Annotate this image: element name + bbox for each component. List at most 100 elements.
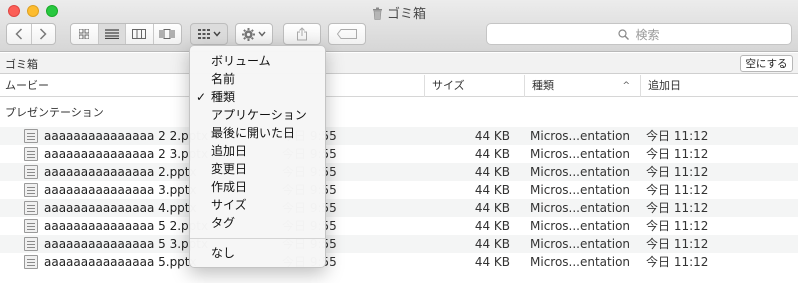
forward-button[interactable] [32, 24, 56, 44]
icon-view-icon [79, 29, 90, 39]
menu-item-date-created[interactable]: 作成日 [190, 178, 325, 196]
tag-icon [337, 29, 357, 39]
menu-item-size[interactable]: サイズ [190, 196, 325, 214]
column-kind-label: 種類 [532, 79, 554, 92]
file-added: 今日 11:12 [646, 237, 709, 251]
sort-ascending-icon: ^ [622, 81, 630, 91]
document-icon [24, 255, 38, 269]
menu-item-name[interactable]: 名前 [190, 70, 325, 88]
document-icon [24, 147, 38, 161]
column-kind-header[interactable]: 種類 ^ [524, 75, 640, 97]
action-button[interactable] [235, 23, 273, 45]
menu-item-date-added[interactable]: 追加日 [190, 142, 325, 160]
file-name: aaaaaaaaaaaaaaa 5 3.pptx [44, 237, 209, 251]
window-title: ゴミ箱 [0, 3, 798, 22]
menu-item-none[interactable]: なし [190, 244, 325, 262]
file-added: 今日 11:12 [646, 147, 709, 161]
menu-item-application[interactable]: アプリケーション [190, 106, 325, 124]
document-icon [24, 165, 38, 179]
column-header: ムービー サイズ 種類 ^ 追加日 [0, 75, 798, 97]
menu-item-tags[interactable]: タグ [190, 214, 325, 232]
file-added: 今日 11:12 [646, 255, 709, 269]
file-added: 今日 11:12 [646, 219, 709, 233]
cover-flow-icon [159, 29, 175, 39]
document-icon [24, 183, 38, 197]
file-name: aaaaaaaaaaaaaaa 5 2.pptx [44, 219, 209, 233]
gear-icon [242, 27, 255, 41]
history-nav [6, 23, 56, 45]
column-view-button[interactable] [126, 24, 154, 44]
location-label: ゴミ箱 [5, 58, 38, 71]
file-size: 44 KB [474, 219, 510, 233]
file-size: 44 KB [474, 255, 510, 269]
tag-button[interactable] [328, 23, 366, 45]
file-kind: Micros...entation [530, 129, 631, 143]
table-row[interactable]: aaaaaaaaaaaaaaa 2.pptx 今日 9:55 44 KB Mic… [0, 163, 798, 181]
file-added: 今日 11:12 [646, 201, 709, 215]
table-row[interactable]: aaaaaaaaaaaaaaa 5 2.pptx 今日 9:55 44 KB M… [0, 217, 798, 235]
search-icon [618, 28, 630, 40]
document-icon [24, 201, 38, 215]
file-kind: Micros...entation [530, 237, 631, 251]
menu-item-kind[interactable]: ✓ 種類 [190, 88, 325, 106]
chevron-right-icon [40, 28, 47, 40]
file-list: プレゼンテーション aaaaaaaaaaaaaaa 2 2.pptx 今日 9:… [0, 98, 798, 283]
file-kind: Micros...entation [530, 219, 631, 233]
file-kind: Micros...entation [530, 165, 631, 179]
cover-flow-view-button[interactable] [154, 24, 181, 44]
table-row[interactable]: aaaaaaaaaaaaaaa 2 3.pptx 今日 9:55 44 KB M… [0, 145, 798, 163]
file-kind: Micros...entation [530, 201, 631, 215]
file-kind: Micros...entation [530, 255, 631, 269]
file-name: aaaaaaaaaaaaaaa 2.pptx [44, 165, 197, 179]
file-added: 今日 11:12 [646, 129, 709, 143]
checkmark-icon: ✓ [196, 90, 207, 104]
table-row[interactable]: aaaaaaaaaaaaaaa 5 3.pptx 今日 9:55 44 KB M… [0, 235, 798, 253]
file-name: aaaaaaaaaaaaaaa 2 2.pptx [44, 129, 209, 143]
column-added-header[interactable]: 追加日 [640, 75, 798, 97]
menu-separator [190, 238, 325, 239]
menu-item-date-modified[interactable]: 変更日 [190, 160, 325, 178]
file-size: 44 KB [474, 147, 510, 161]
table-row[interactable]: aaaaaaaaaaaaaaa 5.pptx 今日 9:55 44 KB Mic… [0, 253, 798, 271]
file-name: aaaaaaaaaaaaaaa 2 3.pptx [44, 147, 209, 161]
view-mode-control [70, 23, 182, 45]
document-icon [24, 219, 38, 233]
file-kind: Micros...entation [530, 147, 631, 161]
arrange-grid-icon [197, 29, 210, 39]
empty-trash-button[interactable]: 空にする [740, 55, 793, 72]
share-button[interactable] [283, 23, 321, 45]
table-row[interactable]: aaaaaaaaaaaaaaa 4.pptx 今日 9:55 44 KB Mic… [0, 199, 798, 217]
table-row[interactable]: aaaaaaaaaaaaaaa 3.pptx 今日 9:55 44 KB Mic… [0, 181, 798, 199]
file-size: 44 KB [474, 201, 510, 215]
file-kind: Micros...entation [530, 183, 631, 197]
file-name: aaaaaaaaaaaaaaa 4.pptx [44, 201, 197, 215]
menu-item-last-opened[interactable]: 最後に開いた日 [190, 124, 325, 142]
back-button[interactable] [7, 24, 32, 44]
document-icon [24, 129, 38, 143]
file-size: 44 KB [474, 237, 510, 251]
window-title-text: ゴミ箱 [386, 7, 426, 22]
trash-icon [372, 7, 382, 20]
search-placeholder: 検索 [635, 27, 660, 42]
share-icon [297, 27, 307, 41]
menu-item-volume[interactable]: ボリューム [190, 52, 325, 70]
arrange-by-menu: ボリューム 名前 ✓ 種類 アプリケーション 最後に開いた日 追加日 変更日 作成… [189, 45, 326, 268]
chevron-down-icon [258, 31, 266, 37]
document-icon [24, 237, 38, 251]
icon-view-button[interactable] [71, 24, 99, 44]
file-added: 今日 11:12 [646, 183, 709, 197]
table-row[interactable]: aaaaaaaaaaaaaaa 2 2.pptx 今日 9:55 44 KB M… [0, 127, 798, 145]
list-view-button[interactable] [98, 24, 126, 44]
chevron-down-icon [212, 31, 221, 37]
toolbar: ゴミ箱 検索 [0, 0, 798, 52]
column-size-header[interactable]: サイズ [424, 75, 524, 97]
arrange-button[interactable] [190, 23, 228, 45]
search-field[interactable]: 検索 [486, 23, 792, 45]
column-view-icon [132, 29, 147, 39]
chevron-left-icon [15, 28, 22, 40]
location-bar: ゴミ箱 空にする [0, 53, 798, 74]
group-header: プレゼンテーション [5, 106, 104, 119]
menu-item-kind-label: 種類 [211, 90, 236, 104]
file-added: 今日 11:12 [646, 165, 709, 179]
file-size: 44 KB [474, 165, 510, 179]
